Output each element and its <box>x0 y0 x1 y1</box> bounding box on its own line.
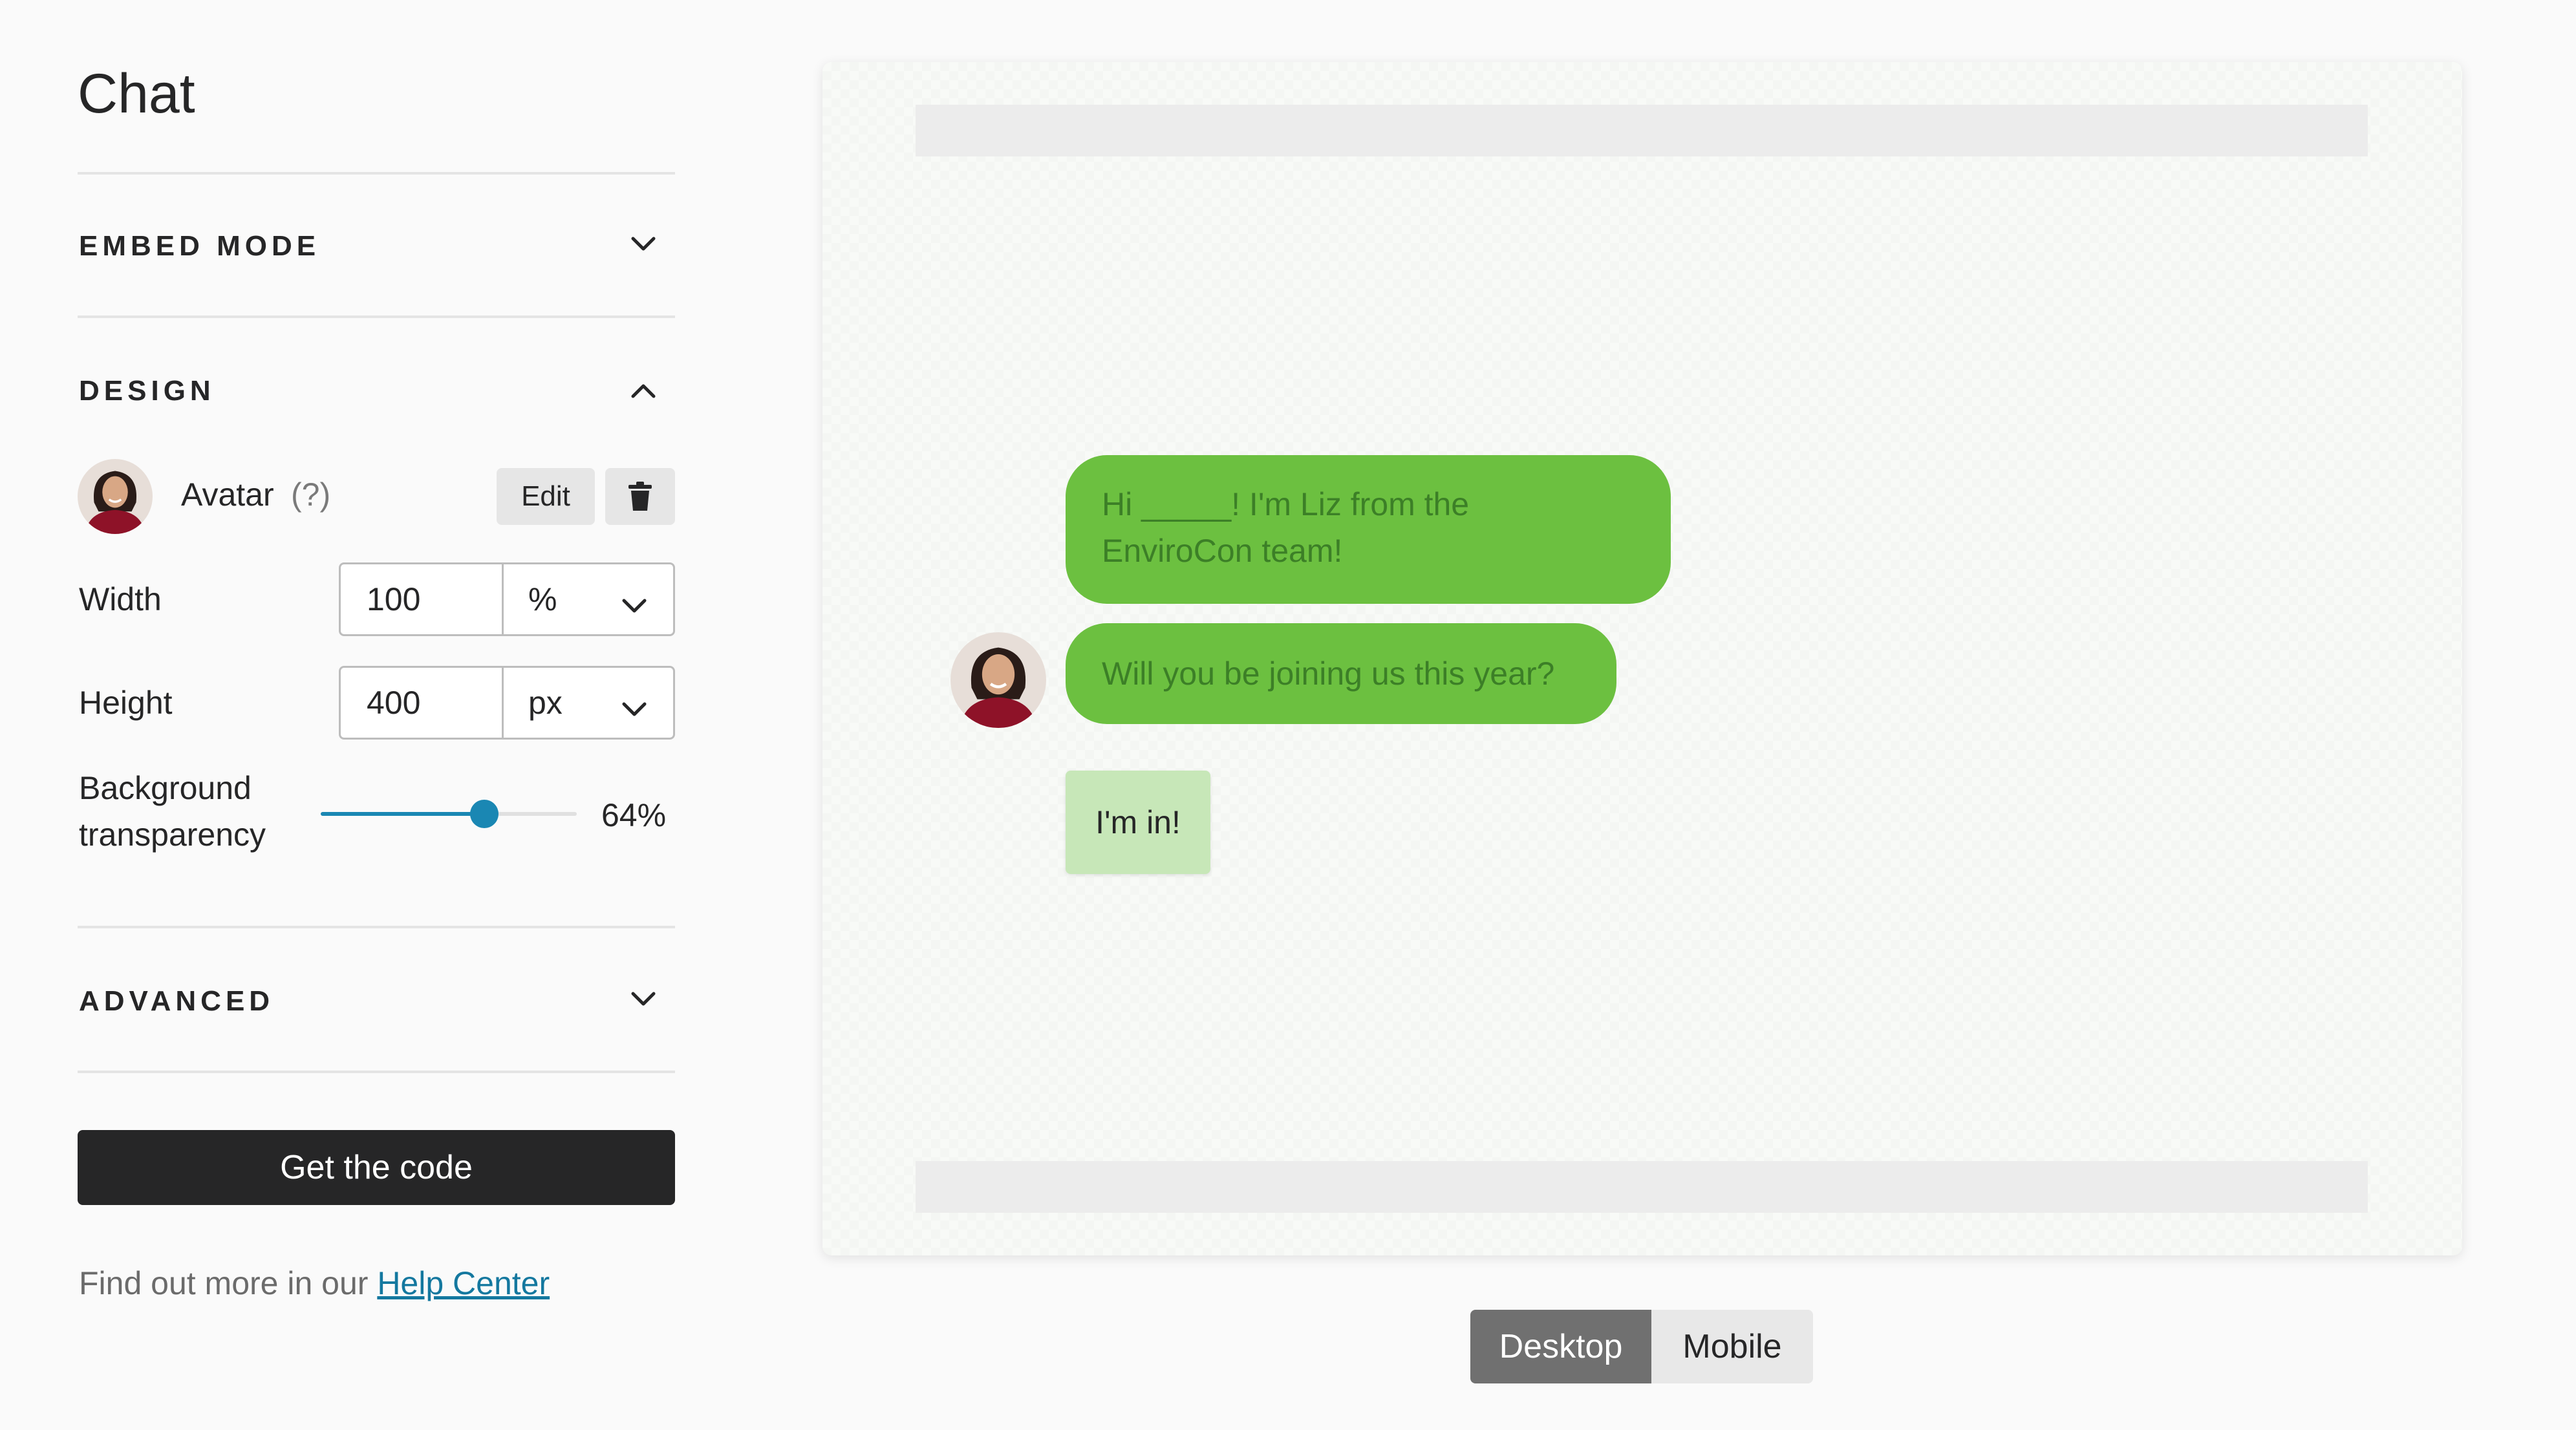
panel-title: Chat <box>78 63 195 125</box>
height-unit-select[interactable]: px <box>504 668 673 738</box>
transparency-value: 64% <box>601 797 667 833</box>
message-line: Will you be joining us this year? <box>1102 656 1555 692</box>
edit-avatar-button[interactable]: Edit <box>497 468 595 525</box>
reply-button[interactable]: I'm in! <box>1066 771 1210 874</box>
trash-icon <box>628 482 652 511</box>
chevron-down-icon[interactable] <box>626 981 661 1016</box>
help-center-link[interactable]: Help Center <box>377 1265 550 1301</box>
height-input[interactable]: 400 <box>341 668 504 738</box>
height-unit-value: px <box>528 685 563 721</box>
divider <box>78 1071 675 1073</box>
height-label: Height <box>79 685 173 721</box>
divider <box>78 926 675 928</box>
section-design-label: DESIGN <box>79 375 215 407</box>
chat-preview: Hi _____! I'm Liz from the EnviroCon tea… <box>822 62 2462 1255</box>
mobile-toggle-button[interactable]: Mobile <box>1651 1310 1813 1383</box>
slider-fill <box>321 812 485 816</box>
width-unit-value: % <box>528 581 557 617</box>
chevron-down-icon <box>621 687 647 725</box>
width-input[interactable]: 100 <box>341 564 504 634</box>
width-field: 100 % <box>339 562 675 636</box>
avatar <box>78 459 153 534</box>
chat-message: Will you be joining us this year? <box>1066 623 1616 724</box>
avatar-label: Avatar <box>181 476 274 513</box>
delete-avatar-button[interactable] <box>605 468 675 525</box>
chevron-down-icon[interactable] <box>626 226 661 261</box>
desktop-toggle-button[interactable]: Desktop <box>1470 1310 1651 1383</box>
height-field: 400 px <box>339 666 675 740</box>
device-toggle: Desktop Mobile <box>1470 1310 1813 1383</box>
chevron-up-icon[interactable] <box>626 374 661 409</box>
slider-thumb[interactable] <box>470 800 499 828</box>
divider <box>78 315 675 318</box>
width-unit-select[interactable]: % <box>504 564 673 634</box>
message-line: Hi _____! I'm Liz from the <box>1102 486 1470 522</box>
get-code-button[interactable]: Get the code <box>78 1130 675 1205</box>
section-embed-mode-label: EMBED MODE <box>79 230 321 262</box>
message-line: EnviroCon team! <box>1102 533 1343 569</box>
transparency-label-line1: Background <box>79 770 252 806</box>
transparency-slider[interactable] <box>321 800 577 828</box>
placeholder-header-bar <box>916 105 2368 156</box>
placeholder-footer-bar <box>916 1161 2368 1213</box>
divider <box>78 172 675 175</box>
help-text: Find out more in our Help Center <box>79 1265 550 1302</box>
width-label: Width <box>79 581 162 617</box>
settings-panel: Chat EMBED MODE DESIGN Avatar (?) Edit W… <box>78 0 675 1430</box>
help-prefix: Find out more in our <box>79 1265 378 1301</box>
chevron-down-icon <box>621 584 647 621</box>
avatar-help-tooltip[interactable]: (?) <box>291 476 330 513</box>
transparency-label-line2: transparency <box>79 816 266 853</box>
section-advanced-label: ADVANCED <box>79 985 275 1017</box>
chat-message: Hi _____! I'm Liz from the EnviroCon tea… <box>1066 455 1671 604</box>
chat-avatar <box>950 632 1046 728</box>
